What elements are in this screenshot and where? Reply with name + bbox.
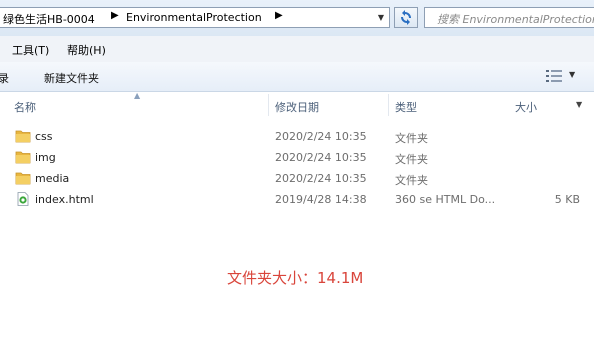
address-history-dropdown-icon[interactable]: ▼ — [375, 12, 387, 24]
file-name: css — [35, 130, 53, 143]
file-size: 5 KB — [554, 193, 580, 206]
file-row-media[interactable]: media 2020/2/24 10:35 文件夹 — [0, 168, 594, 189]
breadcrumb-item-current[interactable]: EnvironmentalProtection — [126, 11, 262, 24]
column-divider[interactable] — [388, 94, 389, 116]
address-bar[interactable]: 绿色生活HB-0004 ▶ EnvironmentalProtection ▶ … — [0, 7, 390, 28]
menu-item-tools[interactable]: 工具(T) — [12, 42, 49, 58]
search-placeholder: 搜索 EnvironmentalProtection — [437, 13, 594, 26]
size-column-dropdown-icon[interactable]: ▼ — [576, 100, 582, 109]
file-date: 2020/2/24 10:35 — [275, 172, 367, 185]
file-row-img[interactable]: img 2020/2/24 10:35 文件夹 — [0, 147, 594, 168]
toolbar-item-truncated[interactable]: 录 — [0, 70, 9, 86]
breadcrumb-item-parent[interactable]: 绿色生活HB-0004 — [3, 11, 95, 27]
file-date: 2020/2/24 10:35 — [275, 151, 367, 164]
refresh-icon — [401, 10, 411, 25]
column-header-type[interactable]: 类型 — [395, 99, 417, 115]
search-input[interactable]: 搜索 EnvironmentalProtection — [424, 7, 594, 28]
file-name: media — [35, 172, 70, 185]
file-type: 文件夹 — [395, 153, 428, 166]
breadcrumb-separator-icon[interactable]: ▶ — [111, 10, 119, 21]
column-divider[interactable] — [268, 94, 269, 116]
html-file-icon — [17, 192, 29, 206]
folder-icon — [15, 172, 31, 185]
breadcrumb-separator-icon[interactable]: ▶ — [275, 10, 283, 21]
menu-item-help[interactable]: 帮助(H) — [67, 42, 106, 58]
view-dropdown-icon[interactable]: ▼ — [569, 70, 575, 79]
refresh-button[interactable] — [394, 7, 418, 28]
address-bar-row: 绿色生活HB-0004 ▶ EnvironmentalProtection ▶ … — [0, 0, 594, 36]
sort-ascending-icon: ▲ — [134, 91, 141, 100]
folder-icon — [15, 151, 31, 164]
folder-size-annotation: 文件夹大小：14.1M — [227, 269, 364, 287]
column-header-size[interactable]: 大小 — [515, 99, 537, 115]
menu-bar: 工具(T) 帮助(H) — [0, 36, 594, 63]
file-type: 文件夹 — [395, 132, 428, 145]
column-header-row: ▲ 名称 修改日期 类型 大小 — [0, 91, 594, 118]
file-row-index-html[interactable]: index.html 2019/4/28 14:38 360 se HTML D… — [0, 189, 594, 210]
folder-icon — [15, 130, 31, 143]
file-name: img — [35, 151, 56, 164]
column-header-name[interactable]: 名称 — [14, 99, 36, 115]
file-date: 2020/2/24 10:35 — [275, 130, 367, 143]
view-options-icon[interactable] — [546, 70, 562, 82]
command-toolbar: 录 新建文件夹 ▼ — [0, 62, 594, 92]
file-type: 360 se HTML Do... — [395, 193, 496, 206]
file-name: index.html — [35, 193, 94, 206]
file-type: 文件夹 — [395, 174, 428, 187]
file-row-css[interactable]: css 2020/2/24 10:35 文件夹 — [0, 126, 594, 147]
file-date: 2019/4/28 14:38 — [275, 193, 367, 206]
column-header-date-modified[interactable]: 修改日期 — [275, 99, 319, 115]
new-folder-button[interactable]: 新建文件夹 — [44, 70, 99, 86]
